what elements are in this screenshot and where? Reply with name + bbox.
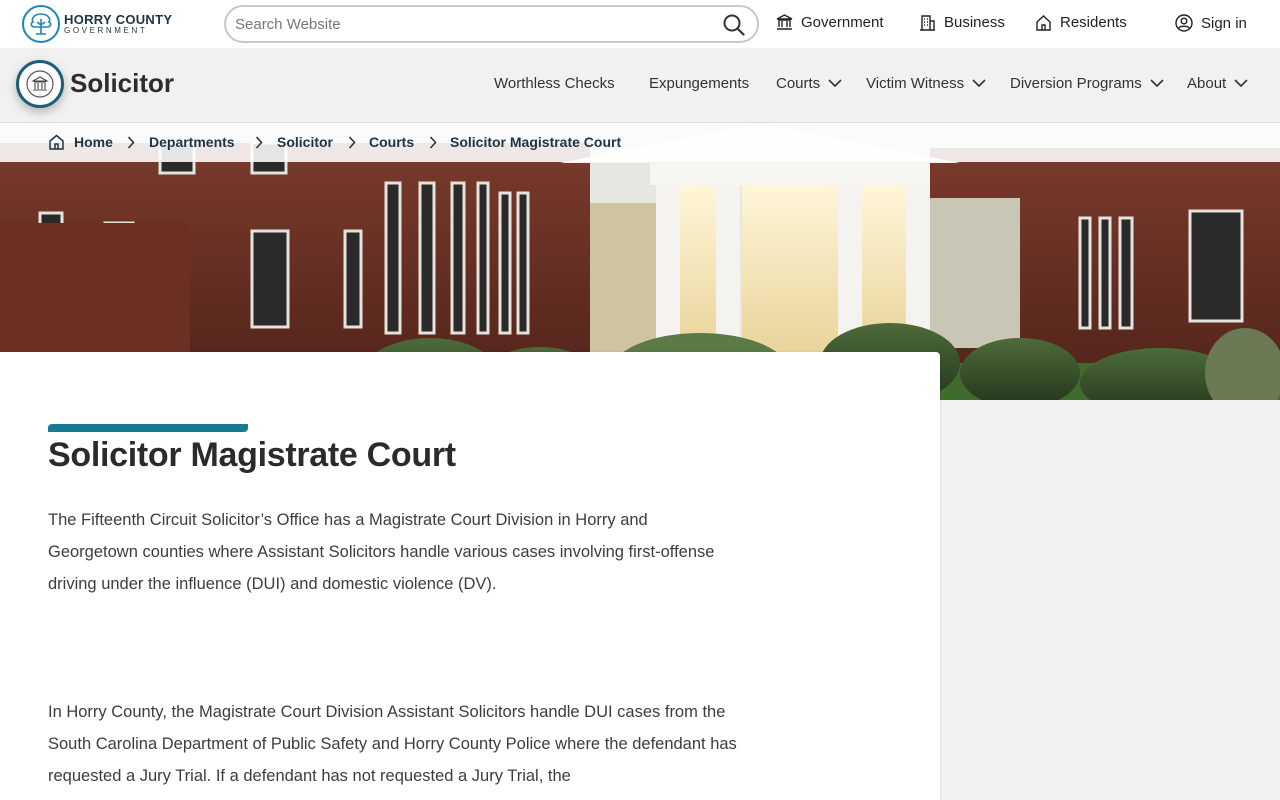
- breadcrumb-courts[interactable]: Courts: [369, 134, 414, 150]
- chevron-right-icon: [127, 136, 135, 149]
- main-content: Solicitor Magistrate Court The Fifteenth…: [0, 352, 940, 800]
- chevron-right-icon: [348, 136, 356, 149]
- office-building-icon: [920, 15, 935, 31]
- search-icon[interactable]: [722, 13, 746, 37]
- nav-government-label: Government: [801, 14, 884, 31]
- department-title[interactable]: Solicitor: [70, 68, 174, 99]
- logo-name: HORRY COUNTY: [64, 12, 173, 27]
- sign-in-link[interactable]: Sign in: [1175, 14, 1247, 32]
- chevron-down-icon: [1150, 79, 1164, 88]
- department-header: Solicitor Worthless Checks Expungements …: [0, 48, 1280, 123]
- title-accent-bar: [48, 424, 248, 432]
- user-circle-icon: [1175, 14, 1193, 32]
- nav-about-label: About: [1187, 75, 1227, 92]
- nav-diversion-programs-label: Diversion Programs: [1010, 75, 1142, 92]
- nav-business[interactable]: Business: [919, 14, 1005, 31]
- breadcrumb-home-label: Home: [74, 134, 113, 150]
- nav-worthless-checks[interactable]: Worthless Checks: [494, 75, 615, 92]
- page-title: Solicitor Magistrate Court: [48, 436, 456, 474]
- nav-about[interactable]: About: [1187, 75, 1248, 92]
- nav-victim-witness-label: Victim Witness: [866, 75, 965, 92]
- search-input[interactable]: [235, 15, 715, 33]
- search-box: [224, 5, 759, 43]
- county-logo[interactable]: HORRY COUNTY GOVERNMENT: [22, 5, 172, 43]
- nav-diversion-programs[interactable]: Diversion Programs: [1010, 75, 1164, 92]
- intro-paragraph: The Fifteenth Circuit Solicitor’s Office…: [48, 511, 715, 593]
- nav-residents-label: Residents: [1060, 14, 1127, 31]
- government-building-icon: [776, 14, 793, 30]
- chevron-down-icon: [1234, 79, 1248, 88]
- nav-expungements-label: Expungements: [649, 75, 750, 92]
- breadcrumb-departments[interactable]: Departments: [149, 134, 235, 150]
- breadcrumb-current: Solicitor Magistrate Court: [450, 134, 622, 150]
- solicitor-seal-icon[interactable]: [16, 60, 64, 108]
- nav-expungements[interactable]: Expungements: [649, 75, 749, 92]
- breadcrumb-home[interactable]: Home: [48, 134, 113, 150]
- top-bar: HORRY COUNTY GOVERNMENT Government Busin…: [0, 0, 1280, 48]
- nav-courts-label: Courts: [776, 75, 821, 92]
- sign-in-label: Sign in: [1201, 14, 1247, 32]
- chevron-right-icon: [429, 136, 437, 149]
- breadcrumb: Home Departments Solicitor Courts Solici…: [0, 123, 1280, 162]
- chevron-down-icon: [828, 79, 842, 88]
- nav-residents[interactable]: Residents: [1035, 14, 1127, 31]
- chevron-right-icon: [255, 136, 263, 149]
- nav-government[interactable]: Government: [776, 14, 884, 31]
- sidebar-area: [940, 400, 1280, 800]
- horry-paragraph: In Horry County, the Magistrate Court Di…: [48, 703, 737, 785]
- nav-worthless-checks-label: Worthless Checks: [494, 75, 615, 92]
- home-icon: [1036, 15, 1051, 31]
- breadcrumb-solicitor[interactable]: Solicitor: [277, 134, 333, 150]
- county-seal-icon: [22, 5, 60, 43]
- nav-courts[interactable]: Courts: [776, 75, 842, 92]
- nav-business-label: Business: [944, 14, 1005, 31]
- home-icon: [49, 134, 64, 150]
- chevron-down-icon: [972, 79, 986, 88]
- nav-victim-witness[interactable]: Victim Witness: [866, 75, 986, 92]
- logo-subtitle: GOVERNMENT: [64, 26, 148, 35]
